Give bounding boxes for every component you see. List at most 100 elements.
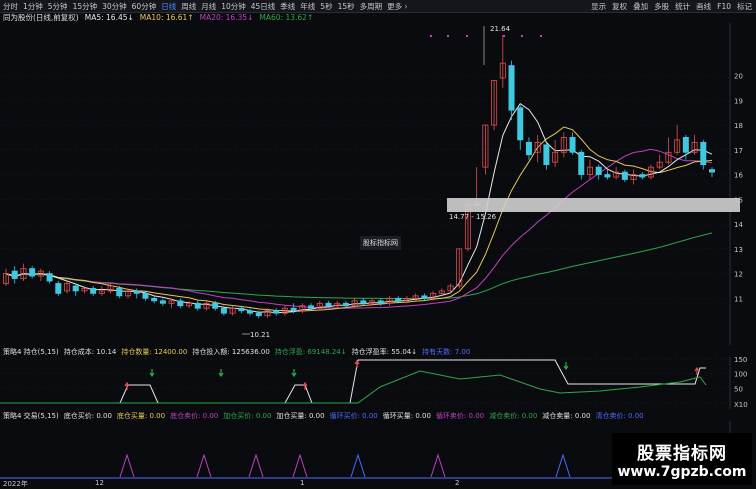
ma60-label: MA60: 13.62↑	[259, 13, 314, 22]
candle-body	[508, 65, 515, 111]
down-arrow-icon	[291, 369, 297, 378]
indicator1-bar: 策略4 持仓(5,15) 持仓成本: 10.14 持仓数量: 12400.00 …	[0, 346, 470, 357]
spike-mark	[430, 453, 446, 478]
ind1-qty: 持仓数量: 12400.00	[121, 347, 188, 356]
toolbar-menu-6[interactable]: F10	[717, 2, 731, 11]
ind2-name[interactable]: 策略4 交易(5,15)	[3, 411, 59, 421]
ind2-item-1: 底仓买量: 0.00	[116, 411, 166, 420]
tab-9[interactable]: 10分钟	[221, 1, 246, 12]
candle-body	[116, 288, 123, 297]
ind1-axis-1: 100	[734, 371, 747, 379]
tab-7[interactable]: 周线	[181, 1, 196, 12]
support-band-label: 14.77 - 15.26	[449, 213, 497, 221]
price-tick-3: 17	[734, 147, 743, 155]
ma20-path	[5, 148, 713, 309]
ind1-axis-3: X10	[734, 401, 748, 409]
candle-body	[151, 297, 158, 302]
chart-grid	[0, 23, 731, 345]
candle-body	[90, 288, 97, 294]
top-marker	[503, 35, 505, 37]
tab-16[interactable]: 更多 ›	[387, 1, 407, 12]
candle-body	[11, 270, 18, 279]
high-label: 21.64	[490, 25, 511, 33]
candle-body	[247, 310, 254, 314]
ind1-cost: 持仓成本: 10.14	[63, 347, 117, 356]
candle-body	[238, 307, 245, 312]
tab-5[interactable]: 60分钟	[132, 1, 157, 12]
ma60-line	[5, 232, 713, 299]
candlestick-chart[interactable]: 14.77 - 15.26 21.64 10.21 20 19 18 17 16 15 14…	[0, 23, 756, 345]
spike-mark	[350, 453, 366, 478]
price-tick-4: 16	[734, 172, 743, 180]
ma-info-bar: 同为股份(日线,前复权) MA5: 16.45↓ MA10: 16.61↑ MA…	[0, 12, 313, 23]
toolbar-menu-5[interactable]: 画线	[696, 1, 711, 12]
toolbar-menu-7[interactable]: 标记	[737, 1, 752, 12]
toolbar-menu-3[interactable]: 多股	[654, 1, 669, 12]
ind2-item-7: 循环卖价: 0.00	[435, 411, 485, 420]
date-label-3: 2	[455, 479, 460, 487]
tab-0[interactable]: 分时	[3, 1, 18, 12]
tab-2[interactable]: 5分钟	[48, 1, 68, 12]
ind2-item-10: 清仓卖价: 0.00	[595, 411, 644, 420]
ind2-item-0: 底仓买价: 0.00	[63, 411, 112, 420]
candle-body	[46, 273, 53, 282]
candle-body	[377, 300, 384, 304]
candle-body	[290, 307, 297, 312]
candle-body	[569, 137, 576, 153]
candle-body	[142, 292, 149, 299]
price-tick-7: 13	[734, 246, 743, 254]
candles-group	[3, 34, 716, 319]
ind2-item-8: 减仓卖价: 0.00	[489, 411, 538, 420]
tab-10[interactable]: 45日线	[251, 1, 276, 12]
date-label-2: 1	[300, 479, 305, 487]
date-label-1: 12	[95, 479, 104, 487]
candle-body	[639, 174, 646, 178]
candle-body	[621, 171, 628, 180]
tab-1[interactable]: 1分钟	[23, 1, 43, 12]
tab-12[interactable]: 年线	[300, 1, 315, 12]
tab-13[interactable]: 5秒	[320, 1, 332, 12]
price-tick-2: 18	[734, 122, 743, 130]
tab-14[interactable]: 15秒	[338, 1, 355, 12]
tab-4[interactable]: 30分钟	[102, 1, 127, 12]
price-tick-0: 20	[734, 73, 743, 81]
candle-body	[342, 302, 349, 307]
candle-body	[595, 166, 602, 175]
toolbar-menu-0[interactable]: 显示	[591, 1, 606, 12]
ind1-name[interactable]: 策略4 持仓(5,15)	[3, 347, 59, 357]
indicator1-chart[interactable]: 150 100 50 X10	[0, 357, 756, 409]
ma10-label: MA10: 16.61↑	[139, 13, 194, 22]
watermark-url: www.7gpzb.com	[617, 463, 747, 480]
price-axis: 20 19 18 17 16 15 14 13 12 11	[734, 73, 743, 304]
top-marker	[430, 35, 432, 37]
ind2-item-9: 减仓卖量: 0.00	[542, 411, 591, 420]
ind1-extra: 持有天数: 7.00	[422, 347, 471, 356]
indicator2-bar: 策略4 交易(5,15) 底仓买价: 0.00 底仓买量: 0.00 底仓卖价: 0…	[0, 410, 644, 421]
tab-3[interactable]: 15分钟	[73, 1, 98, 12]
spike-mark	[555, 453, 571, 478]
candle-body	[700, 141, 707, 166]
top-marker	[466, 35, 468, 37]
candle-body	[194, 302, 201, 309]
ind1-axis-2: 50	[734, 385, 743, 393]
support-band	[447, 198, 740, 212]
date-label-0: 2022年	[3, 480, 28, 488]
low-label: 10.21	[250, 331, 270, 339]
candle-body	[325, 302, 332, 307]
hold-line	[0, 359, 706, 404]
toolbar-menu-4[interactable]: 统计	[675, 1, 690, 12]
ind1-invest: 持仓投入额: 125636.00	[192, 347, 270, 356]
toolbar-menu-1[interactable]: 复权	[612, 1, 627, 12]
tab-6[interactable]: 日线	[161, 1, 176, 12]
price-tick-8: 12	[734, 271, 743, 279]
ind2-item-6: 循环买量: 0.00	[382, 411, 431, 420]
down-arrow-icon	[149, 369, 155, 378]
candle-body	[212, 302, 219, 309]
ma5-label: MA5: 16.45↓	[84, 13, 134, 22]
toolbar-menu-2[interactable]: 叠加	[633, 1, 648, 12]
tab-11[interactable]: 季线	[280, 1, 295, 12]
candle-body	[517, 107, 524, 141]
tab-15[interactable]: 多周期	[360, 1, 383, 12]
ma20-label: MA20: 16.35↓	[199, 13, 254, 22]
tab-8[interactable]: 月线	[201, 1, 216, 12]
